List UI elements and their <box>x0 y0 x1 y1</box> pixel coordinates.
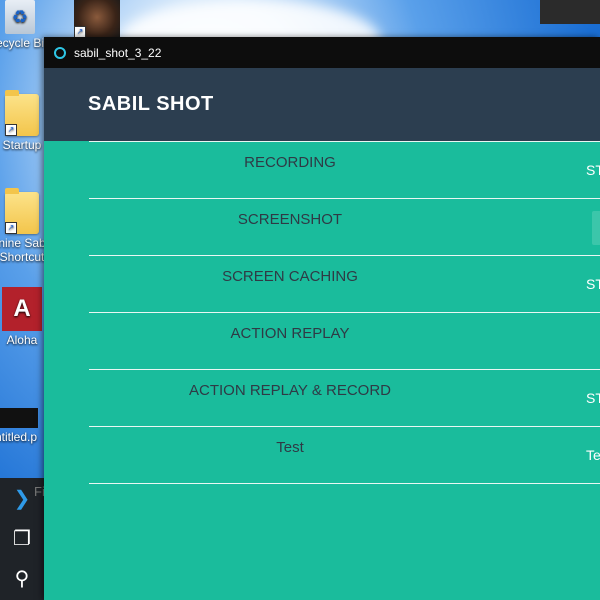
desktop-icon-label: nine Sab Shortcut <box>0 236 46 264</box>
folder-icon: ↗ <box>5 188 39 234</box>
row-label: SCREENSHOT <box>237 211 343 228</box>
folder-icon: ↗ <box>5 90 39 136</box>
window-title: sabil_shot_3_22 <box>74 45 162 60</box>
desktop-icon-photo[interactable]: ↗ <box>72 0 122 38</box>
list-item-test: Test Te <box>89 427 600 484</box>
row-label: ACTION REPLAY <box>230 325 350 342</box>
list-item-screen-caching: SCREEN CACHING STA <box>89 256 600 313</box>
background-window-strip <box>540 0 600 24</box>
brand-title: SABIL SHOT <box>88 93 214 115</box>
window-titlebar: sabil_shot_3_22 <box>44 37 600 68</box>
row-label: SCREEN CACHING <box>222 268 358 285</box>
start-recording-button[interactable]: STA <box>586 162 600 178</box>
desktop-icon-label: Startup <box>2 138 42 152</box>
row-label: Test <box>276 439 304 456</box>
app-header: SABIL SHOT <box>44 68 600 141</box>
test-button[interactable]: Te <box>586 447 600 463</box>
desktop-icon-recycle-bin[interactable]: ♻ ecycle Bi <box>0 0 50 50</box>
row-label: RECORDING <box>244 154 336 171</box>
row-label: ACTION REPLAY & RECORD <box>189 382 391 399</box>
screenshot-button[interactable] <box>592 211 600 245</box>
app-window: sabil_shot_3_22 SABIL SHOT RECORDING STA… <box>44 37 600 600</box>
recycle-bin-icon: ♻ <box>5 0 35 34</box>
list-item-recording: RECORDING STA <box>89 142 600 199</box>
list-item-screenshot: SCREENSHOT <box>89 199 600 256</box>
desktop-icon-label: ecycle Bi <box>0 36 45 50</box>
desktop-icon-label: Aloha <box>6 333 38 347</box>
copy-icon[interactable]: ❐ <box>0 518 44 558</box>
list-item-action-replay: ACTION REPLAY <box>89 313 600 370</box>
desktop-icon-label: ntitled.p <box>0 430 38 444</box>
apex-logo-icon: A <box>2 287 42 331</box>
document-thumbnail-icon <box>0 408 38 428</box>
desktop-icon-untitled[interactable]: ntitled.p <box>0 408 46 444</box>
start-replay-record-button[interactable]: STA <box>586 390 600 406</box>
start-caching-button[interactable]: STA <box>586 276 600 292</box>
search-icon[interactable]: ⚲ <box>0 558 44 598</box>
app-icon <box>54 46 66 59</box>
list-item-action-replay-record: ACTION REPLAY & RECORD STA <box>89 370 600 427</box>
user-photo-icon: ↗ <box>74 0 120 38</box>
